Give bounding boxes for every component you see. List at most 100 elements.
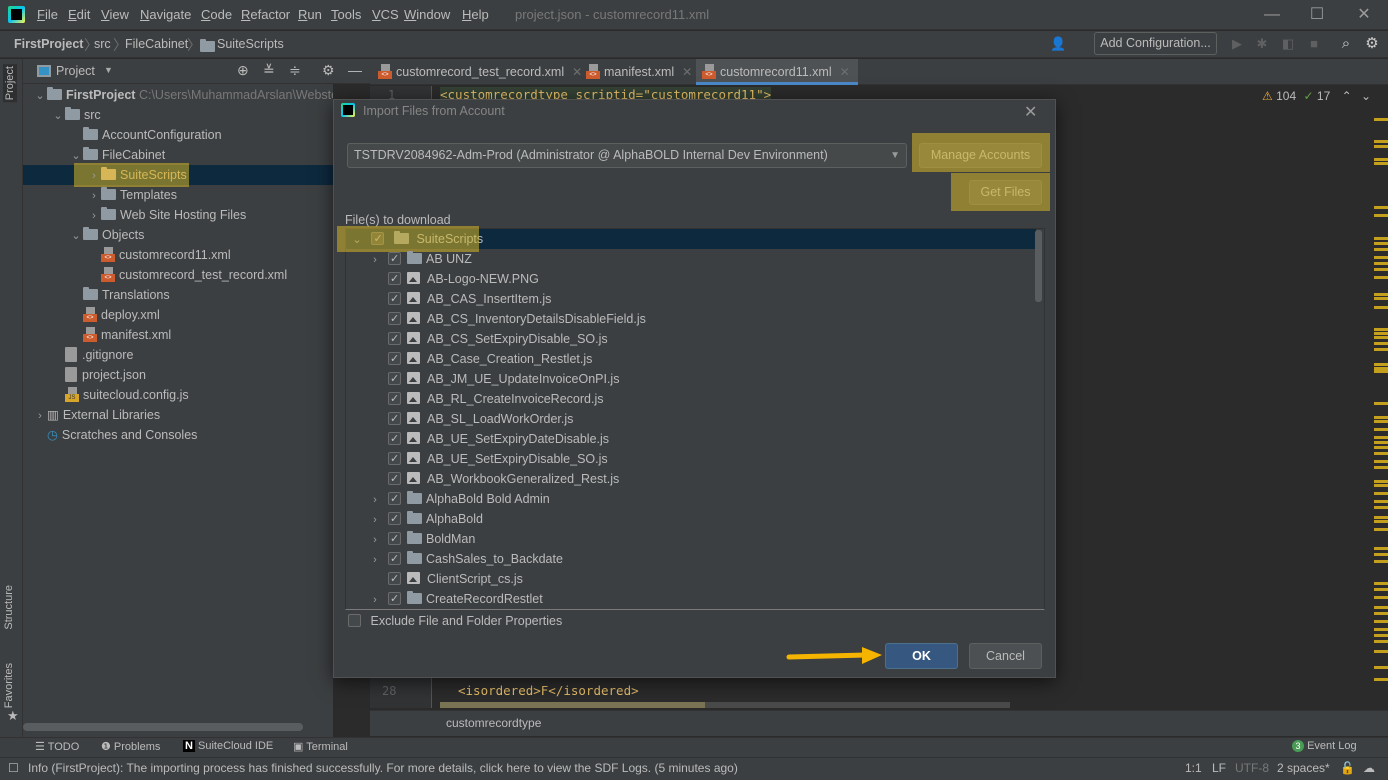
warning-marker[interactable] [1374, 506, 1388, 509]
warning-marker[interactable] [1374, 328, 1388, 331]
close-dialog-icon[interactable]: ✕ [1024, 102, 1037, 122]
panel-settings-icon[interactable]: ⚙ [322, 62, 335, 79]
warning-marker[interactable] [1374, 516, 1388, 519]
project-tool-tab[interactable]: Project [3, 64, 17, 103]
item-checkbox[interactable] [388, 429, 401, 449]
warning-marker[interactable] [1374, 553, 1388, 556]
warning-marker[interactable] [1374, 620, 1388, 623]
warning-marker[interactable] [1374, 214, 1388, 217]
file-tree-item[interactable]: AB_CS_SetExpiryDisable_SO.js [368, 329, 608, 349]
warning-marker[interactable] [1374, 306, 1388, 309]
project-tree-item[interactable]: ⌄ FileCabinet [69, 145, 165, 165]
warning-marker[interactable] [1374, 420, 1388, 423]
warning-marker[interactable] [1374, 118, 1388, 121]
item-checkbox[interactable] [388, 289, 401, 309]
settings-gear-icon[interactable]: ⚙ [1364, 36, 1380, 52]
warning-marker[interactable] [1374, 145, 1388, 148]
file-tree-item[interactable]: AB_SL_LoadWorkOrder.js [368, 409, 573, 429]
warning-marker[interactable] [1374, 416, 1388, 419]
hide-panel-icon[interactable]: — [348, 62, 362, 78]
chevron-right-icon[interactable]: › [368, 550, 382, 570]
line-separator[interactable]: LF [1212, 761, 1226, 775]
horizontal-scrollbar[interactable] [23, 723, 303, 731]
item-checkbox[interactable] [388, 329, 401, 349]
item-checkbox[interactable] [388, 409, 401, 429]
warning-marker[interactable] [1374, 140, 1388, 143]
inspection-profile-icon[interactable]: ☁ [1363, 761, 1375, 775]
item-checkbox[interactable] [388, 249, 401, 269]
coverage-icon[interactable]: ◧ [1280, 36, 1296, 52]
warning-marker[interactable] [1374, 588, 1388, 591]
suitecloud-tool-button[interactable]: N SuiteCloud IDE [183, 740, 273, 752]
warning-marker[interactable] [1374, 560, 1388, 563]
menu-run[interactable]: Run [298, 7, 322, 22]
exclude-properties-option[interactable]: Exclude File and Folder Properties [348, 614, 562, 628]
project-tree-item[interactable]: customrecord_test_record.xml [87, 265, 287, 285]
warning-marker[interactable] [1374, 348, 1388, 351]
menu-refactor[interactable]: Refactor [241, 7, 290, 22]
item-checkbox[interactable] [388, 549, 401, 569]
warning-marker[interactable] [1374, 650, 1388, 653]
maximize-icon[interactable]: ☐ [1307, 5, 1327, 25]
expand-all-icon[interactable]: ≚ [263, 62, 275, 79]
item-checkbox[interactable] [388, 449, 401, 469]
project-view-selector[interactable]: Project [56, 64, 95, 78]
warning-marker[interactable] [1374, 206, 1388, 209]
warning-marker[interactable] [1374, 466, 1388, 469]
previous-highlight-icon[interactable]: ⌃ [1342, 89, 1352, 103]
warning-marker[interactable] [1374, 436, 1388, 439]
warning-marker[interactable] [1374, 484, 1388, 487]
item-checkbox[interactable] [388, 349, 401, 369]
project-tree-item[interactable]: ◷ Scratches and Consoles [33, 425, 197, 445]
file-tree-item[interactable]: AB_RL_CreateInvoiceRecord.js [368, 389, 603, 409]
locate-icon[interactable]: ⊕ [237, 62, 249, 79]
file-tree-item[interactable]: › AlphaBold Bold Admin [368, 489, 550, 509]
lock-icon[interactable]: 🔓 [1340, 761, 1355, 775]
exclude-properties-checkbox[interactable] [348, 614, 361, 627]
tab-manifest[interactable]: manifest.xml ✕ [580, 59, 692, 85]
todo-tool-button[interactable]: ☰ TODO [35, 740, 79, 753]
vertical-scrollbar[interactable] [1035, 230, 1042, 302]
project-tree-item[interactable]: .gitignore [51, 345, 133, 365]
project-tree-item[interactable]: project.json [51, 365, 146, 385]
editor-hscroll[interactable] [440, 702, 1010, 708]
warning-marker[interactable] [1374, 528, 1388, 531]
warning-marker[interactable] [1374, 582, 1388, 585]
warning-marker[interactable] [1374, 460, 1388, 463]
tab-customrecord-test-record[interactable]: customrecord_test_record.xml✕ [372, 59, 582, 85]
debug-icon[interactable]: ✱ [1254, 36, 1270, 52]
project-tree-item[interactable]: manifest.xml [69, 325, 171, 345]
project-tree-item[interactable]: AccountConfiguration [69, 125, 222, 145]
run-icon[interactable]: ▶ [1229, 36, 1245, 52]
warning-marker[interactable] [1374, 336, 1388, 339]
chevron-down-icon[interactable]: ⌄ [69, 226, 83, 246]
caret-position[interactable]: 1:1 [1185, 761, 1202, 775]
menu-navigate[interactable]: Navigate [140, 7, 191, 22]
chevron-right-icon[interactable]: › [87, 186, 101, 206]
item-checkbox[interactable] [388, 529, 401, 549]
item-checkbox[interactable] [388, 369, 401, 389]
breadcrumb-src[interactable]: src [94, 37, 111, 51]
project-tree-item[interactable]: › Web Site Hosting Files [87, 205, 246, 225]
add-configuration-button[interactable]: Add Configuration... [1094, 32, 1217, 55]
project-tree-item[interactable]: › Templates [87, 185, 177, 205]
chevron-down-icon[interactable]: ⌄ [69, 146, 83, 166]
user-icon[interactable]: 👤 [1050, 36, 1066, 52]
warning-marker[interactable] [1374, 158, 1388, 161]
warning-marker[interactable] [1374, 612, 1388, 615]
warning-marker[interactable] [1374, 242, 1388, 245]
terminal-tool-button[interactable]: ▣ Terminal [293, 740, 348, 753]
warning-marker[interactable] [1374, 634, 1388, 637]
menu-tools[interactable]: Tools [331, 7, 361, 22]
chevron-right-icon[interactable]: › [368, 490, 382, 510]
menu-vcs[interactable]: VCS [372, 7, 399, 22]
chevron-right-icon[interactable]: › [368, 250, 382, 270]
account-select[interactable]: TSTDRV2084962-Adm-Prod (Administrator @ … [347, 143, 907, 168]
warning-marker[interactable] [1374, 606, 1388, 609]
chevron-down-icon[interactable]: ⌄ [33, 86, 47, 105]
file-tree-item[interactable]: › BoldMan [368, 529, 475, 549]
warning-marker[interactable] [1374, 520, 1388, 523]
warning-marker[interactable] [1374, 370, 1388, 373]
warning-marker[interactable] [1374, 262, 1388, 265]
chevron-right-icon[interactable]: › [33, 406, 47, 426]
